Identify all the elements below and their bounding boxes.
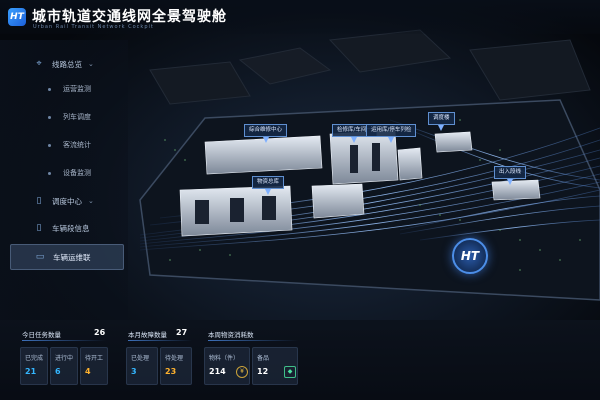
pin-icon (265, 189, 271, 195)
sidebar-item-label: 线路总览 (52, 59, 82, 69)
sidebar-item-label: 设备监测 (63, 169, 91, 177)
bullet-icon (48, 171, 51, 175)
stat-group-label: 本月故障数量 (128, 331, 167, 339)
sidebar-item-label: 运营监测 (63, 85, 91, 93)
map-callout-dispatch-building[interactable]: 调度楼 (428, 112, 455, 131)
stat-card-label: 已处理 (131, 355, 150, 362)
header: HT 城市轨道交通线网全景驾驶舱 Urban Rail Transit Netw… (0, 0, 600, 34)
stat-card-handled[interactable]: 已处理 3 (126, 347, 158, 385)
stat-card-pending-start[interactable]: 待开工 4 (80, 347, 108, 385)
stat-card-label: 物料（件） (209, 355, 240, 362)
cube-icon: ◆ (284, 366, 296, 378)
train-icon: ▯ (36, 223, 42, 233)
stat-group-week-materials: 本周物资消耗数 (208, 327, 298, 341)
train-icon: ▯ (36, 196, 42, 206)
stat-card-completed[interactable]: 已完成 21 (20, 347, 48, 385)
pin-icon (262, 137, 269, 143)
pin-icon (388, 137, 395, 143)
map-callout-material-warehouse[interactable]: 物资总库 (252, 176, 285, 195)
callout-label: 物资总库 (257, 179, 280, 185)
stat-card-label: 进行中 (55, 355, 74, 362)
pin-icon (438, 125, 445, 131)
callout-label: 综合维修中心 (249, 127, 283, 133)
map-pin-icon: ⌖ (36, 59, 42, 69)
sidebar-item-dispatch-center[interactable]: ▯ 调度中心 ⌄ (10, 189, 122, 213)
stat-group-value: 26 (94, 328, 106, 337)
stat-group-label: 今日任务数量 (22, 331, 61, 339)
sidebar-subitem-equipment[interactable]: 设备监测 (10, 162, 122, 184)
bullet-icon (48, 115, 51, 119)
logo-icon: HT (8, 8, 26, 26)
chevron-down-icon[interactable]: ⌄ (88, 197, 94, 205)
stat-group-today-tasks: 今日任务数量 26 (22, 327, 106, 341)
callout-label: 调度楼 (433, 115, 450, 121)
stat-card-pending[interactable]: 待处理 23 (160, 347, 192, 385)
stat-card-value: 4 (85, 367, 91, 376)
sidebar-item-label: 调度中心 (52, 196, 82, 206)
callout-label: 运用库/停车列检 (371, 127, 412, 133)
stat-card-label: 待处理 (165, 355, 184, 362)
bullet-icon (48, 87, 51, 91)
map-callout-parking-shed[interactable]: 运用库/停车列检 (366, 124, 417, 143)
pin-icon (507, 179, 513, 185)
sidebar-item-depot-info[interactable]: ▯ 车辆段信息 (10, 216, 122, 240)
divider (22, 340, 106, 341)
stat-card-value: 6 (55, 367, 61, 376)
map-callout-maintenance-center[interactable]: 综合维修中心 (244, 124, 288, 143)
sidebar-item-label: 列车调度 (63, 113, 91, 121)
sidebar-item-vehicle-maintenance[interactable]: ▭ 车辆运维联 (10, 244, 124, 270)
stat-card-in-progress[interactable]: 进行中 6 (50, 347, 78, 385)
pin-icon (351, 137, 358, 143)
bullet-icon (48, 143, 51, 147)
stat-card-value: 23 (165, 367, 177, 376)
divider (208, 340, 298, 341)
stat-card-value: 214 (209, 367, 226, 376)
sidebar-item-label: 客流统计 (63, 141, 91, 149)
sidebar-item-label: 车辆运维联 (53, 252, 91, 262)
stat-card-spares[interactable]: 备品 12 ◆ (252, 347, 298, 385)
bus-icon: ▭ (35, 252, 45, 262)
chevron-down-icon[interactable]: ⌄ (88, 60, 94, 68)
stat-card-value: 21 (25, 367, 37, 376)
stat-card-materials[interactable]: 物料（件） 214 ¥ (204, 347, 250, 385)
map-brand-logo[interactable]: HT (452, 238, 488, 274)
divider (128, 340, 192, 341)
sidebar-subitem-dispatch[interactable]: 列车调度 (10, 106, 122, 128)
stat-card-label: 待开工 (85, 355, 104, 362)
sidebar-subitem-operation[interactable]: 运营监测 (10, 78, 122, 100)
page-title: 城市轨道交通线网全景驾驶舱 (32, 9, 227, 25)
stat-group-value: 27 (176, 328, 188, 337)
stat-card-label: 已完成 (25, 355, 44, 362)
stat-group-month-faults: 本月故障数量 27 (128, 327, 192, 341)
sidebar-item-label: 车辆段信息 (52, 223, 90, 233)
page-subtitle: Urban Rail Transit Network Cockpit (33, 24, 154, 30)
coin-icon: ¥ (236, 366, 248, 378)
callout-label: 出入段线 (499, 169, 522, 175)
sidebar-item-line-overview[interactable]: ⌖ 线路总览 ⌄ (10, 52, 122, 76)
sidebar-subitem-passenger-flow[interactable]: 客流统计 (10, 134, 122, 156)
stat-group-label: 本周物资消耗数 (208, 331, 254, 339)
stat-card-value: 3 (131, 367, 137, 376)
map-callout-entry-line[interactable]: 出入段线 (494, 166, 527, 185)
stat-card-value: 12 (257, 367, 269, 376)
stat-card-label: 备品 (257, 355, 270, 362)
